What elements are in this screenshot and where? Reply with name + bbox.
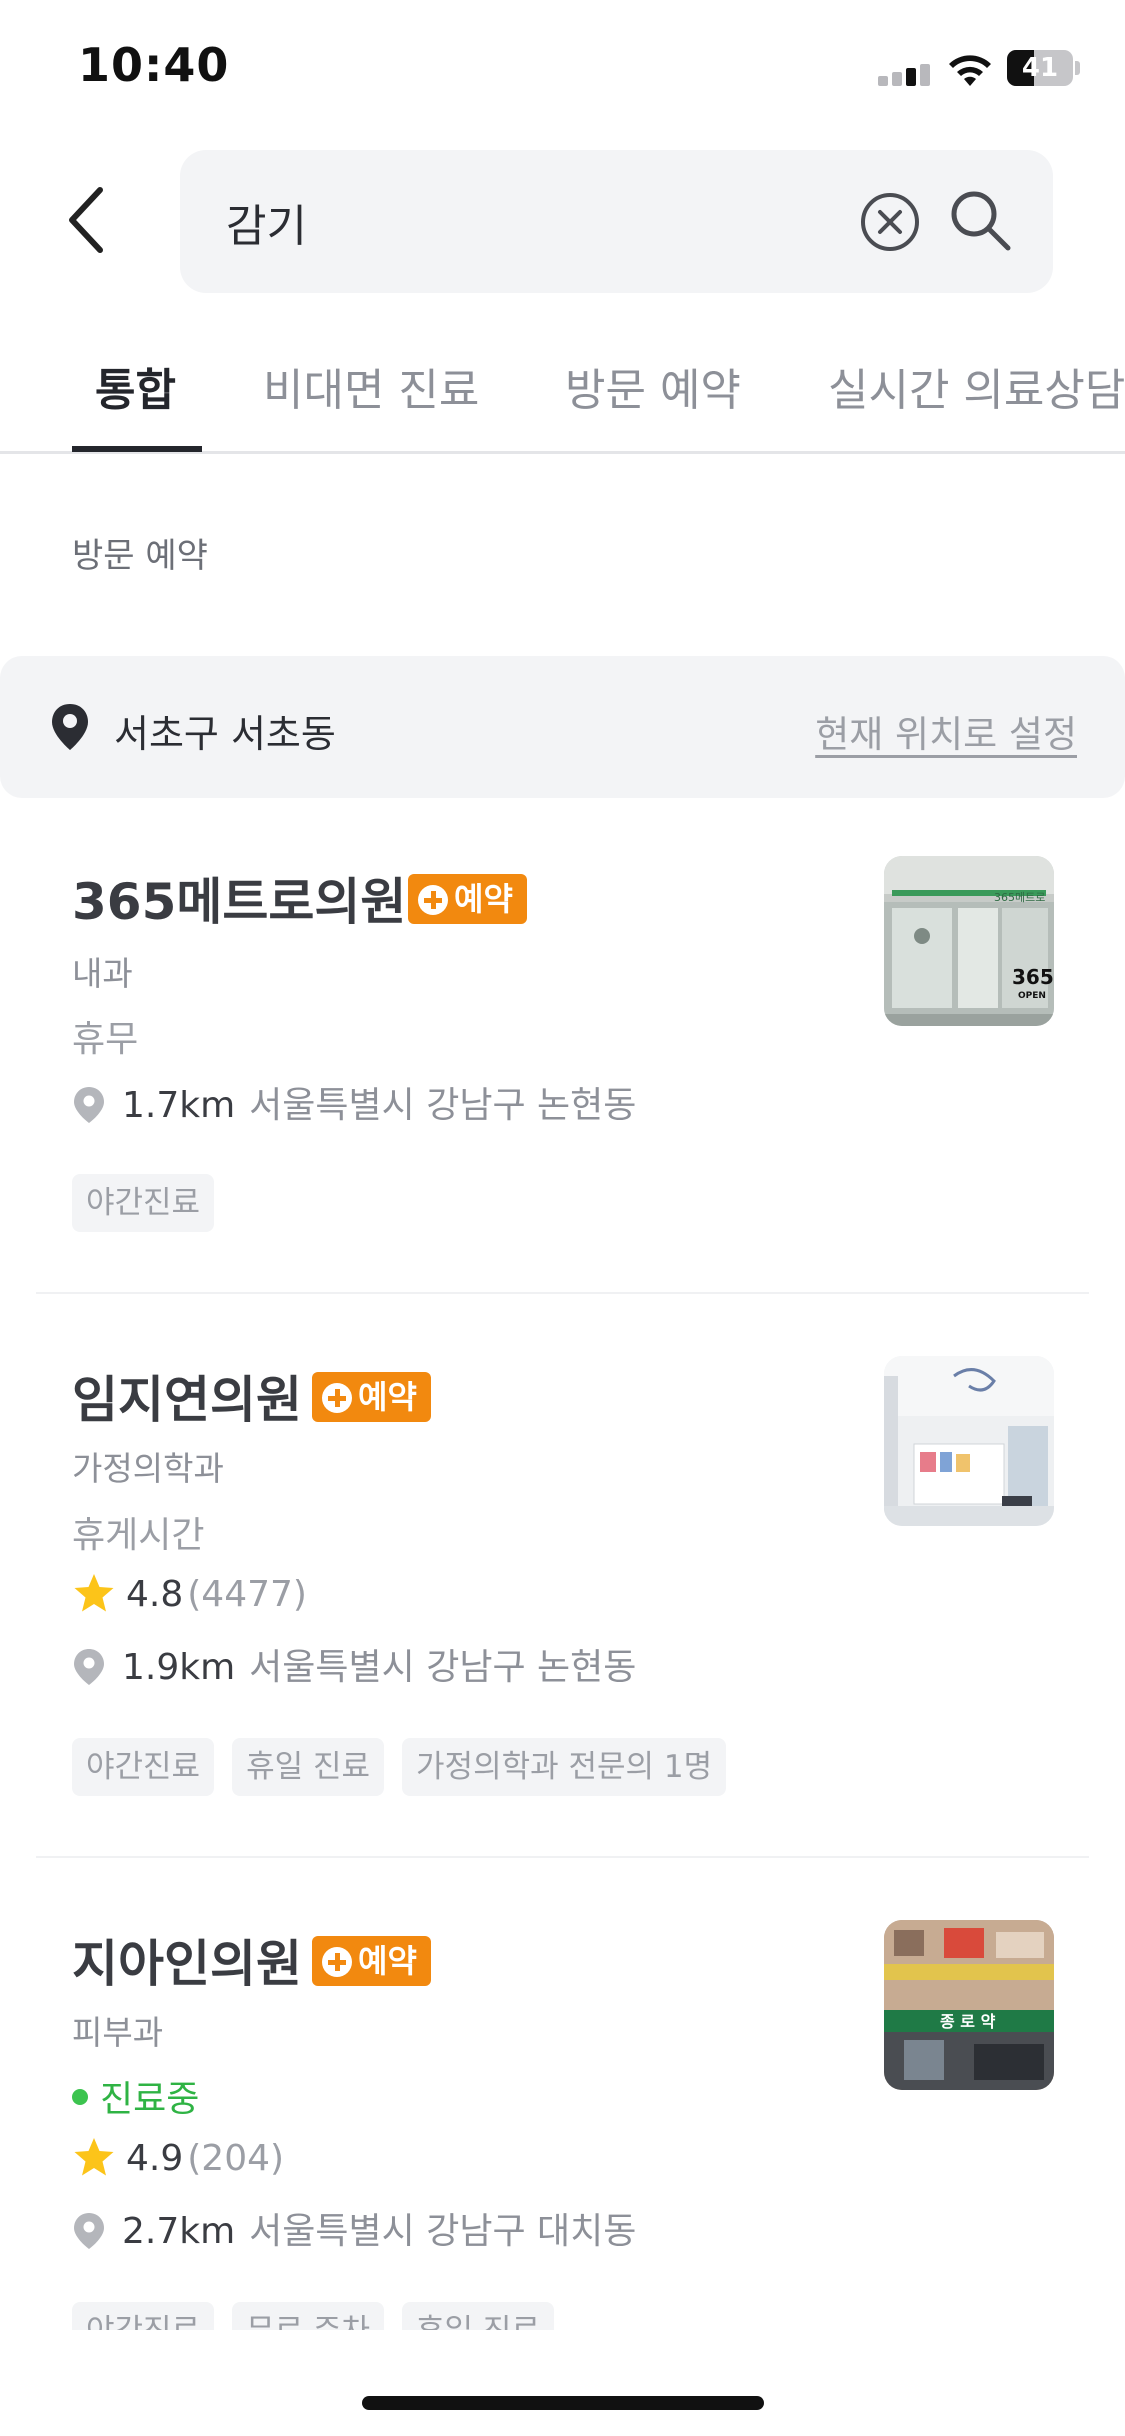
clinic-tag: 야간진료 (72, 1174, 215, 1232)
tab-all[interactable]: 통합 (95, 354, 176, 418)
clinic-department: 가정의학과 (72, 1449, 224, 1488)
clinic-distance: 1.7km (122, 1085, 236, 1126)
result-tabs: 통합 비대면 진료 방문 예약 실시간 의료상담 (0, 318, 1125, 454)
set-current-location-link[interactable]: 현재 위치로 설정 (815, 704, 1077, 758)
clinic-rating: 4.8 (4477) (72, 1572, 307, 1615)
back-arrow-icon[interactable] (60, 180, 120, 260)
svg-text:OPEN: OPEN (1018, 991, 1046, 1001)
rating-value: 4.8 (126, 1574, 184, 1615)
svg-text:종 로 약: 종 로 약 (940, 2012, 996, 2031)
clinic-status: 진료중 (72, 2070, 199, 2122)
current-location[interactable]: 서초구 서초동 (114, 703, 336, 758)
plus-icon (322, 1947, 352, 1977)
review-count: (204) (187, 2138, 285, 2179)
clinic-location-row: 1.7km 서울특별시 강남구 논현동 (72, 1076, 636, 1128)
location-pin-icon (74, 2213, 104, 2249)
status-time: 10:40 (78, 38, 230, 92)
clinic-address: 서울특별시 강남구 논현동 (249, 1085, 637, 1126)
clinic-address: 서울특별시 강남구 대치동 (249, 2211, 637, 2252)
search-icon[interactable] (946, 186, 1014, 254)
clinic-tags: 야간진료 (72, 1174, 232, 1232)
search-input[interactable] (226, 150, 826, 293)
section-title: 방문 예약 (72, 536, 208, 576)
clinic-name[interactable]: 임지연의원 (72, 1360, 302, 1432)
clinic-tag: 휴일 진료 (232, 1738, 385, 1796)
clinic-card[interactable]: 임지연의원 예약 가정의학과 휴게시간 4.8 (4477) 1.9km 서울특별시… (0, 1356, 1125, 1800)
tab-live-consultation[interactable]: 실시간 의료상담 (828, 354, 1125, 418)
cellular-signal-icon (878, 62, 932, 86)
clinic-name[interactable]: 365메트로의원 (72, 862, 406, 934)
divider (36, 1292, 1089, 1294)
open-status-dot (72, 2089, 88, 2105)
search-box[interactable] (180, 150, 1053, 293)
divider (36, 1856, 1089, 1858)
location-pin-icon (74, 1087, 104, 1123)
location-bar: 서초구 서초동 현재 위치로 설정 (0, 656, 1125, 798)
clinic-photo[interactable]: 365메트로 365 OPEN (884, 856, 1054, 1026)
clinic-department: 내과 (72, 954, 133, 993)
clinic-rating: 4.9 (204) (72, 2136, 284, 2179)
clinic-status: 휴무 (72, 1019, 139, 1060)
svg-text:365: 365 (1012, 965, 1054, 989)
status-bar: 10:40 41 (0, 0, 1125, 140)
tab-visit-reservation[interactable]: 방문 예약 (565, 354, 741, 418)
clinic-card[interactable]: 365메트로의원 예약 내과 휴무 1.7km 서울특별시 강남구 논현동 야간진… (0, 856, 1125, 1242)
clinic-department: 피부과 (72, 2013, 164, 2052)
clinic-address: 서울특별시 강남구 논현동 (249, 1647, 637, 1688)
clinic-distance: 2.7km (122, 2211, 236, 2252)
rating-value: 4.9 (126, 2138, 184, 2179)
clinic-tags: 야간진료 휴일 진료 가정의학과 전문의 1명 (72, 1738, 744, 1796)
plus-icon (418, 885, 448, 915)
home-indicator[interactable] (362, 2396, 764, 2410)
reservation-badge: 예약 (312, 1372, 431, 1422)
clinic-distance: 1.9km (122, 1647, 236, 1688)
clinic-location-row: 1.9km 서울특별시 강남구 논현동 (72, 1638, 636, 1690)
clinic-tag: 가정의학과 전문의 1명 (402, 1738, 727, 1796)
battery-icon: 41 (1007, 50, 1080, 86)
wifi-icon (949, 55, 991, 86)
clinic-card[interactable]: 지아인의원 예약 피부과 진료중 4.9 (204) 2.7km 서울특별시 강남구… (0, 1920, 1125, 2360)
clinic-photo[interactable] (884, 1356, 1054, 1526)
star-icon (74, 2138, 114, 2176)
clinic-tag: 야간진료 (72, 1738, 215, 1796)
battery-level: 41 (1021, 53, 1059, 83)
location-pin-icon (52, 704, 88, 750)
clear-icon[interactable] (858, 190, 922, 254)
active-tab-indicator (72, 446, 202, 452)
location-pin-icon (74, 1649, 104, 1685)
reservation-badge: 예약 (312, 1936, 431, 1986)
svg-text:365메트로: 365메트로 (994, 891, 1045, 904)
reservation-badge: 예약 (408, 874, 527, 924)
clinic-name[interactable]: 지아인의원 (72, 1924, 302, 1996)
tab-remote-care[interactable]: 비대면 진료 (263, 354, 479, 418)
search-results-screen: 10:40 41 감기 통합 비대면 진료 방문 예약 실시간 의료상담 방문 … (0, 0, 1125, 2436)
review-count: (4477) (187, 1574, 307, 1615)
clinic-location-row: 2.7km 서울특별시 강남구 대치동 (72, 2202, 636, 2254)
star-icon (74, 1574, 114, 1612)
bottom-safe-area (0, 2330, 1125, 2436)
clinic-photo[interactable]: 종 로 약 (884, 1920, 1054, 2090)
plus-icon (322, 1383, 352, 1413)
clinic-status: 휴게시간 (72, 1515, 205, 1556)
